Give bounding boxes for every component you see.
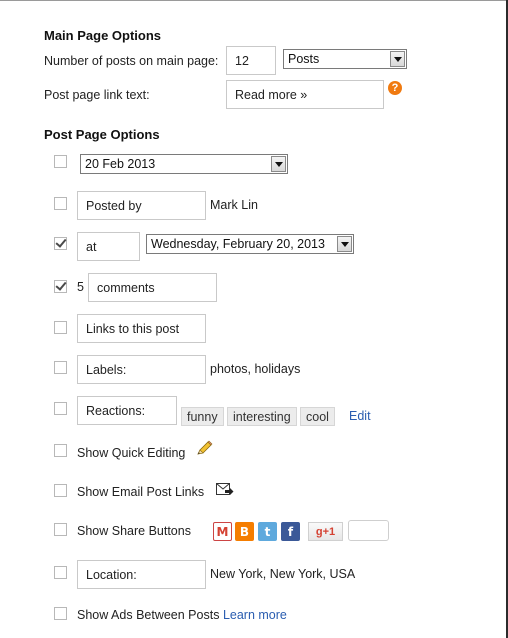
reaction-chip-cool: cool (300, 407, 335, 426)
posted-by-checkbox[interactable] (54, 197, 67, 210)
reaction-chip-funny: funny (181, 407, 224, 426)
chevron-down-icon (390, 51, 405, 67)
ads-between-posts-checkbox[interactable] (54, 607, 67, 620)
comments-count: 5 (77, 280, 84, 294)
date-header-checkbox[interactable] (54, 155, 67, 168)
timestamp-label-input[interactable]: at (77, 232, 140, 261)
timestamp-format-select[interactable]: Wednesday, February 20, 2013 (146, 234, 354, 254)
location-label-input[interactable]: Location: (77, 560, 206, 589)
posted-by-input[interactable]: Posted by (77, 191, 206, 220)
location-checkbox[interactable] (54, 566, 67, 579)
ads-between-posts-label: Show Ads Between Posts Learn more (77, 608, 287, 622)
email-icon (216, 483, 234, 495)
posts-count-label: Number of posts on main page: (44, 54, 219, 68)
reaction-chip-interesting: interesting (227, 407, 297, 426)
top-border (0, 0, 508, 1)
reactions-checkbox[interactable] (54, 402, 67, 415)
learn-more-link[interactable]: Learn more (223, 608, 287, 622)
location-value: New York, New York, USA (210, 567, 356, 581)
timestamp-checkbox[interactable] (54, 237, 67, 250)
labels-label-input[interactable]: Labels: (77, 355, 206, 384)
quick-editing-checkbox[interactable] (54, 444, 67, 457)
twitter-share-icon[interactable]: t (258, 522, 277, 541)
share-buttons-label: Show Share Buttons (77, 524, 191, 538)
plus-one-count-bubble (348, 520, 389, 541)
post-page-options-heading: Post Page Options (44, 127, 160, 142)
share-buttons-checkbox[interactable] (54, 523, 67, 536)
link-text-input[interactable]: Read more » (226, 80, 384, 109)
email-links-label: Show Email Post Links (77, 485, 205, 499)
comments-label-input[interactable]: comments (88, 273, 217, 302)
labels-values: photos, holidays (210, 362, 301, 376)
quick-editing-label: Show Quick Editing (77, 446, 186, 460)
date-format-value: 20 Feb 2013 (85, 157, 156, 171)
posts-count-input[interactable]: 12 (226, 46, 276, 75)
help-icon[interactable]: ? (388, 81, 402, 95)
main-page-options-heading: Main Page Options (44, 28, 162, 43)
timestamp-format-value: Wednesday, February 20, 2013 (151, 237, 325, 251)
email-links-checkbox[interactable] (54, 484, 67, 497)
posts-unit-select[interactable]: Posts (283, 49, 407, 69)
blogger-share-icon[interactable]: B (235, 522, 254, 541)
reactions-label-input[interactable]: Reactions: (77, 396, 177, 425)
pencil-icon (197, 440, 213, 455)
chevron-down-icon (337, 236, 352, 252)
backlinks-label-input[interactable]: Links to this post (77, 314, 206, 343)
date-format-select[interactable]: 20 Feb 2013 (80, 154, 288, 174)
comments-checkbox[interactable] (54, 280, 67, 293)
chevron-down-icon (271, 156, 286, 172)
author-name: Mark Lin (210, 198, 258, 212)
gmail-share-icon[interactable]: M (213, 522, 232, 541)
posts-unit-value: Posts (288, 52, 320, 66)
link-text-label: Post page link text: (44, 88, 150, 102)
backlinks-checkbox[interactable] (54, 321, 67, 334)
google-plus-one-button[interactable]: g+1 (308, 522, 343, 541)
facebook-share-icon[interactable]: f (281, 522, 300, 541)
reactions-edit-link[interactable]: Edit (349, 409, 371, 423)
labels-checkbox[interactable] (54, 361, 67, 374)
ads-label-text: Show Ads Between Posts (77, 608, 220, 622)
